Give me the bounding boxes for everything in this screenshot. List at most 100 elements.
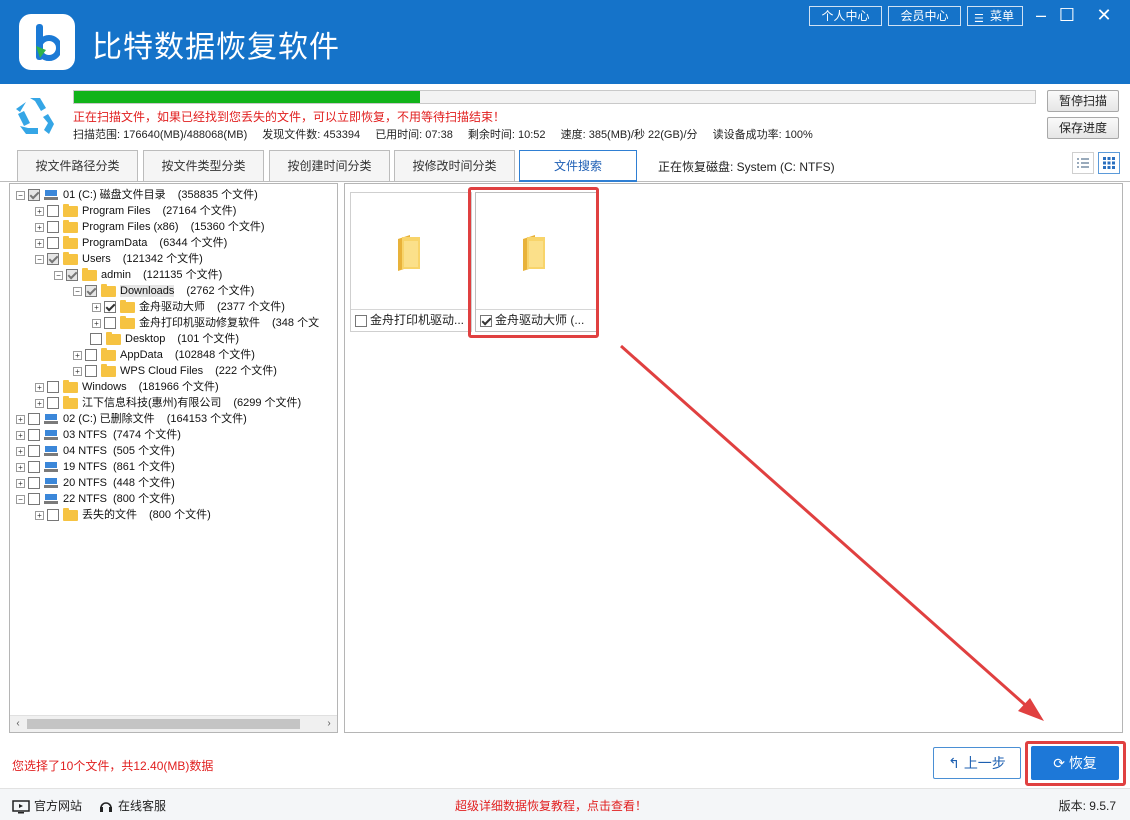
folder-icon <box>398 235 420 271</box>
tree-node[interactable]: + Windows (181966 个文件) <box>35 379 219 395</box>
tree-checkbox[interactable] <box>47 205 59 218</box>
expand-icon[interactable]: + <box>73 350 82 360</box>
scroll-thumb[interactable] <box>27 719 300 729</box>
tree-checkbox[interactable] <box>104 301 116 314</box>
tree-node[interactable]: Desktop (101 个文件) <box>90 331 239 347</box>
expand-icon[interactable]: + <box>35 238 44 248</box>
tree-checkbox[interactable] <box>28 493 40 506</box>
tab-by-path[interactable]: 按文件路径分类 <box>17 150 138 182</box>
expand-icon[interactable]: + <box>35 206 44 216</box>
tree-node-partition[interactable]: +04 NTFS (505 个文件) <box>16 443 175 459</box>
expand-icon[interactable]: + <box>35 398 44 408</box>
maximize-icon[interactable]: ☐ <box>1055 4 1079 26</box>
expand-icon[interactable]: + <box>16 478 25 488</box>
tab-file-search[interactable]: 文件搜索 <box>519 150 637 182</box>
tree-node[interactable]: − Users (121342 个文件) <box>35 251 203 267</box>
scan-range: 扫描范围: 176640(MB)/488068(MB) <box>73 129 248 141</box>
tree-node[interactable]: + ProgramData (6344 个文件) <box>35 235 227 251</box>
expand-icon[interactable]: + <box>73 366 82 376</box>
tree-node[interactable]: + Program Files (27164 个文件) <box>35 203 236 219</box>
tree-checkbox[interactable] <box>90 333 102 346</box>
pause-scan-button[interactable]: 暂停扫描 <box>1047 90 1119 112</box>
official-website-link[interactable]: 官方网站 <box>12 797 82 814</box>
tutorial-link[interactable]: 超级详细数据恢复教程，点击查看！ <box>455 797 647 814</box>
tree-checkbox[interactable] <box>104 317 116 330</box>
tab-by-type[interactable]: 按文件类型分类 <box>143 150 264 182</box>
member-center-button[interactable]: 会员中心 <box>888 6 961 26</box>
save-progress-button[interactable]: 保存进度 <box>1047 117 1119 139</box>
collapse-icon[interactable]: − <box>16 190 25 200</box>
scan-progress-bar <box>73 90 1036 104</box>
expand-icon[interactable]: + <box>92 318 101 328</box>
folder-icon <box>82 267 97 281</box>
read-success-rate: 读设备成功率: 100% <box>712 129 813 141</box>
file-checkbox[interactable] <box>355 314 367 327</box>
expand-icon[interactable]: + <box>35 510 44 520</box>
expand-icon[interactable]: + <box>16 430 25 440</box>
folder-icon <box>63 379 78 393</box>
expand-icon[interactable]: + <box>16 414 25 424</box>
minimize-icon[interactable]: – <box>1029 4 1053 26</box>
tree-node[interactable]: + Program Files (x86) (15360 个文件) <box>35 219 265 235</box>
tree-node-partition[interactable]: +20 NTFS (448 个文件) <box>16 475 175 491</box>
scroll-right-icon[interactable]: › <box>321 716 337 732</box>
scroll-left-icon[interactable]: ‹ <box>10 716 26 732</box>
app-logo <box>19 14 75 70</box>
tree-checkbox[interactable] <box>28 445 40 458</box>
tree-node-partition[interactable]: +19 NTFS (861 个文件) <box>16 459 175 475</box>
tree-checkbox[interactable] <box>47 381 59 394</box>
expand-icon[interactable]: + <box>16 446 25 456</box>
collapse-icon[interactable]: − <box>35 254 44 264</box>
recover-button[interactable]: ⟳ 恢复 <box>1031 746 1119 780</box>
tree-node-partition[interactable]: −22 NTFS (800 个文件) <box>16 491 175 507</box>
tree-checkbox[interactable] <box>47 253 59 266</box>
tree-horizontal-scrollbar[interactable]: ‹ › <box>10 715 337 732</box>
tab-by-modified-time[interactable]: 按修改时间分类 <box>394 150 515 182</box>
tab-by-created-time[interactable]: 按创建时间分类 <box>269 150 390 182</box>
tree-checkbox[interactable] <box>47 221 59 234</box>
tree-node[interactable]: − admin (121135 个文件) <box>54 267 222 283</box>
tree-node[interactable]: + 金舟驱动大师 (2377 个文件) <box>92 299 285 315</box>
tree-node[interactable]: + 江下信息科技(惠州)有限公司 (6299 个文件) <box>35 395 301 411</box>
tree-node[interactable]: + 丢失的文件 (800 个文件) <box>35 507 211 523</box>
folder-tree: −01 (C:) 磁盘文件目录 (358835 个文件) + Program Fil… <box>9 183 338 733</box>
list-view-icon[interactable] <box>1072 152 1094 174</box>
tree-checkbox[interactable] <box>28 461 40 474</box>
expand-icon[interactable]: + <box>16 462 25 472</box>
menu-button[interactable]: ☰ 菜单 <box>967 6 1023 26</box>
tree-checkbox[interactable] <box>28 413 40 426</box>
close-icon[interactable]: ✕ <box>1092 4 1116 26</box>
personal-center-button[interactable]: 个人中心 <box>809 6 882 26</box>
grid-view-icon[interactable] <box>1098 152 1120 174</box>
collapse-icon[interactable]: − <box>54 270 63 280</box>
menu-icon: ☰ <box>974 13 984 25</box>
tree-checkbox[interactable] <box>28 429 40 442</box>
file-item[interactable]: 金舟打印机驱动... <box>350 192 472 332</box>
scan-message: 正在扫描文件，如果已经找到您丢失的文件，可以立即恢复，不用等待扫描结束！ <box>73 110 506 124</box>
tree-checkbox[interactable] <box>85 285 97 298</box>
recover-label: 恢复 <box>1068 755 1097 771</box>
previous-step-button[interactable]: ↰ 上一步 <box>933 747 1021 779</box>
tree-checkbox[interactable] <box>47 397 59 410</box>
online-support-link[interactable]: 在线客服 <box>98 797 166 815</box>
tree-node[interactable]: + AppData (102848 个文件) <box>73 347 255 363</box>
collapse-icon[interactable]: − <box>16 494 25 504</box>
expand-icon[interactable]: + <box>35 382 44 392</box>
folder-icon <box>120 315 135 329</box>
tree-checkbox[interactable] <box>66 269 78 282</box>
tree-checkbox[interactable] <box>28 477 40 490</box>
expand-icon[interactable]: + <box>35 222 44 232</box>
tree-node-deleted[interactable]: +02 (C:) 已删除文件 (164153 个文件) <box>16 411 247 427</box>
tree-node[interactable]: + 金舟打印机驱动修复软件 (348 个文 <box>92 315 319 331</box>
tree-checkbox[interactable] <box>47 509 59 522</box>
tree-node-downloads[interactable]: − Downloads (2762 个文件) <box>73 283 254 299</box>
tree-checkbox[interactable] <box>85 349 97 362</box>
tree-node[interactable]: + WPS Cloud Files (222 个文件) <box>73 363 277 379</box>
tree-checkbox[interactable] <box>47 237 59 250</box>
tree-checkbox[interactable] <box>28 189 40 202</box>
expand-icon[interactable]: + <box>92 302 101 312</box>
tree-checkbox[interactable] <box>85 365 97 378</box>
tree-node-partition[interactable]: +03 NTFS (7474 个文件) <box>16 427 181 443</box>
collapse-icon[interactable]: − <box>73 286 82 296</box>
tree-node-disk-c[interactable]: −01 (C:) 磁盘文件目录 (358835 个文件) <box>16 187 258 203</box>
